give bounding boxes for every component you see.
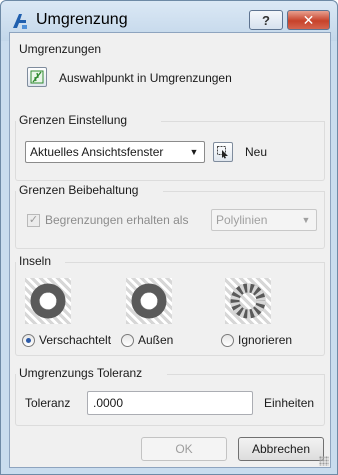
resize-grip[interactable]: [319, 456, 329, 466]
boundary-dialog: Umgrenzung ? ✕ Umgrenzungen Auswahlpunkt…: [0, 0, 338, 475]
boundary-set-select[interactable]: Aktuelles Ansichtsfenster ▼: [25, 141, 205, 163]
outer-island-preview: [126, 278, 172, 324]
radio-ignore-label: Ignorieren: [238, 333, 293, 347]
cancel-label: Abbrechen: [251, 442, 311, 456]
hatch-boundary-app-icon: [13, 14, 27, 29]
ignore-island-preview: [225, 278, 271, 324]
radio-outer-label: Außen: [138, 333, 174, 347]
close-button[interactable]: ✕: [287, 10, 330, 30]
boundary-type-value: Polylinien: [216, 213, 268, 227]
radio-outer[interactable]: [121, 334, 134, 347]
retain-boundaries-label: Begrenzungen erhalten als: [45, 213, 189, 227]
tolerance-label: Toleranz: [25, 396, 71, 410]
dialog-client-area: Umgrenzungen Auswahlpunkt in Umgrenzunge…: [9, 32, 331, 468]
new-label: Neu: [245, 145, 268, 159]
chevron-down-icon: ▼: [189, 147, 199, 157]
cancel-button[interactable]: Abbrechen: [238, 437, 324, 461]
help-button[interactable]: ?: [249, 10, 283, 30]
tolerance-input[interactable]: .0000: [87, 391, 253, 415]
tolerance-value: .0000: [93, 396, 124, 410]
group-toleranz: Umgrenzungs Toleranz Toleranz .0000 Einh…: [15, 366, 325, 426]
ok-label: OK: [175, 442, 193, 456]
help-label: ?: [262, 12, 270, 28]
group-inseln: Inseln Verschachtelt Außen Ignorieren: [15, 254, 325, 356]
new-boundary-set-button[interactable]: [213, 142, 233, 162]
group-grenzen-beibehaltung: Grenzen Beibehaltung ✓ Begrenzungen erha…: [15, 183, 325, 249]
nested-island-preview: [25, 278, 71, 324]
radio-nested-label: Verschachtelt: [39, 333, 112, 347]
radio-nested[interactable]: [22, 334, 35, 347]
close-icon: ✕: [302, 11, 315, 28]
boundary-type-select[interactable]: Polylinien ▼: [211, 209, 317, 231]
pick-point-icon: [30, 70, 44, 84]
boundary-set-value: Aktuelles Ansichtsfenster: [30, 145, 164, 159]
tolerance-unit: Einheiten: [264, 396, 315, 410]
ok-button[interactable]: OK: [141, 437, 227, 461]
select-cursor-icon: [217, 146, 228, 159]
pick-point-label: Auswahlpunkt in Umgrenzungen: [59, 71, 232, 85]
pick-point-button[interactable]: [27, 67, 47, 87]
radio-ignore[interactable]: [221, 334, 234, 347]
window-title: Umgrenzung: [36, 11, 128, 28]
group-title-umgrenzungen: Umgrenzungen: [19, 42, 102, 56]
group-grenzen-einstellung: Grenzen Einstellung Aktuelles Ansichtsfe…: [15, 113, 325, 181]
group-umgrenzungen: Umgrenzungen Auswahlpunkt in Umgrenzunge…: [15, 42, 325, 106]
retain-boundaries-checkbox[interactable]: ✓: [27, 214, 40, 227]
chevron-down-icon: ▼: [301, 215, 311, 225]
